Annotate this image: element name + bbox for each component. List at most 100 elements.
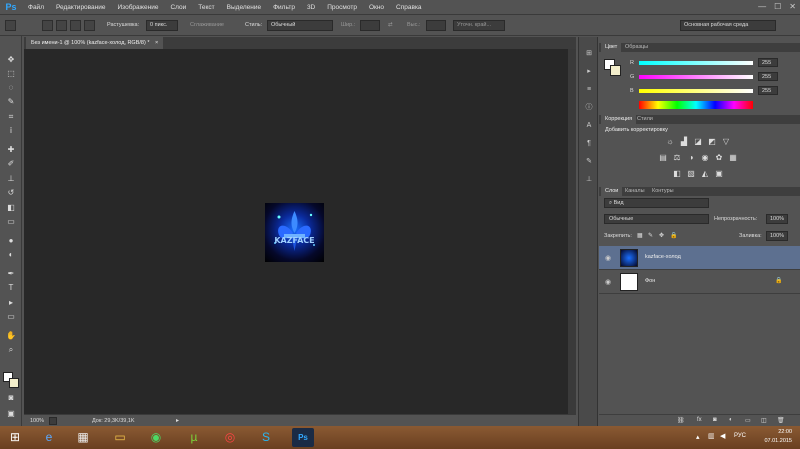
pen-tool-icon[interactable]: ✒	[5, 268, 17, 280]
color-spectrum[interactable]	[639, 101, 753, 109]
path-select-tool-icon[interactable]: ▸	[5, 297, 17, 309]
lock-transparency-icon[interactable]: ▦	[637, 232, 643, 239]
vibrance-icon[interactable]: ▤	[658, 153, 668, 163]
lock-all-icon[interactable]: 🔒	[670, 232, 677, 239]
chrome-icon[interactable]: ◎	[219, 428, 241, 447]
layer-style-icon[interactable]: fx	[697, 417, 702, 423]
new-group-icon[interactable]: ▭	[745, 417, 751, 424]
exposure-icon[interactable]: ◩	[707, 137, 717, 147]
marquee-preset-icon[interactable]	[5, 20, 16, 31]
menu-type[interactable]: Текст	[192, 4, 220, 11]
hand-tool-icon[interactable]: ✋	[5, 330, 17, 342]
network-icon[interactable]: ▥	[708, 432, 715, 440]
opacity-input[interactable]: 100%	[766, 214, 788, 224]
gradient-tool-icon[interactable]: ▭	[5, 216, 17, 228]
brush-tool-icon[interactable]: ✐	[5, 158, 17, 170]
dodge-tool-icon[interactable]: ◐	[5, 249, 17, 261]
refine-edge-button[interactable]: Уточн. край...	[453, 20, 505, 31]
crop-tool-icon[interactable]: ⌗	[5, 111, 17, 123]
language-indicator[interactable]: РУС	[734, 433, 746, 439]
color-balance-icon[interactable]: ⚖	[672, 153, 682, 163]
layer-mask-icon[interactable]: ◙	[713, 417, 717, 423]
tab-channels[interactable]: Каналы	[621, 187, 649, 196]
skype-icon[interactable]: S	[255, 428, 277, 447]
download-manager-icon[interactable]: ◉	[145, 428, 167, 447]
channel-r-value[interactable]: 255	[758, 58, 778, 67]
feather-input[interactable]: 0 пикс.	[146, 20, 178, 31]
healing-tool-icon[interactable]: ✚	[5, 144, 17, 156]
height-input[interactable]	[426, 20, 446, 31]
zoom-tool-icon[interactable]: ⌕	[5, 344, 17, 356]
menu-file[interactable]: Файл	[22, 4, 50, 11]
delete-layer-icon[interactable]: 🗑	[777, 417, 785, 424]
history-brush-icon[interactable]: ↺	[5, 187, 17, 199]
eye-icon[interactable]: ◉	[605, 254, 611, 262]
photoshop-taskbar-icon[interactable]: Ps	[292, 428, 314, 447]
antialias-checkbox[interactable]: Сглаживание	[190, 22, 224, 28]
clone-source-panel-icon[interactable]: ⊥	[584, 175, 594, 185]
move-tool-icon[interactable]: ✥	[5, 54, 17, 66]
blend-mode-select[interactable]: Обычные	[604, 214, 709, 224]
eraser-tool-icon[interactable]: ◧	[5, 202, 17, 214]
actions-panel-icon[interactable]: ▸	[584, 67, 594, 77]
workspace-select[interactable]: Основная рабочая среда	[680, 20, 776, 31]
shape-tool-icon[interactable]: ▭	[5, 311, 17, 323]
volume-icon[interactable]: ◀	[720, 432, 725, 440]
menu-help[interactable]: Справка	[390, 4, 428, 11]
quick-mask-icon[interactable]: ◙	[5, 392, 17, 404]
menu-image[interactable]: Изображение	[112, 4, 165, 11]
background-color-swatch[interactable]	[9, 378, 19, 388]
tab-styles[interactable]: Стили	[633, 115, 657, 124]
tab-layers[interactable]: Слои	[601, 187, 623, 196]
start-button-icon[interactable]: ⊞	[4, 428, 26, 447]
minimize-button[interactable]: —	[758, 2, 766, 11]
subtract-selection-icon[interactable]	[70, 20, 81, 31]
add-selection-icon[interactable]	[56, 20, 67, 31]
style-select[interactable]: Обычный	[267, 20, 333, 31]
layer-name[interactable]: Фон	[645, 278, 655, 284]
brush-panel-icon[interactable]: ✎	[584, 157, 594, 167]
blur-tool-icon[interactable]: ●	[5, 235, 17, 247]
menu-edit[interactable]: Редактирование	[50, 4, 112, 11]
selective-color-icon[interactable]: ▣	[714, 169, 724, 179]
black-white-icon[interactable]: ◑	[686, 153, 696, 163]
channel-r-slider[interactable]	[639, 61, 753, 65]
maximize-button[interactable]: ☐	[774, 2, 781, 11]
vertical-scrollbar[interactable]	[568, 49, 576, 414]
tab-color[interactable]: Цвет	[601, 43, 622, 52]
intersect-selection-icon[interactable]	[84, 20, 95, 31]
fill-input[interactable]: 100%	[766, 231, 788, 241]
lock-pixels-icon[interactable]: ✎	[648, 232, 653, 239]
tab-adjustments[interactable]: Коррекция	[601, 115, 637, 124]
document-image[interactable]: KAZFACE	[265, 203, 324, 262]
menu-filter[interactable]: Фильтр	[267, 4, 301, 11]
eye-icon[interactable]: ◉	[605, 278, 611, 286]
color-lookup-icon[interactable]: ▦	[728, 153, 738, 163]
levels-icon[interactable]: ▟	[679, 137, 689, 147]
new-layer-icon[interactable]: ◫	[761, 417, 767, 424]
layer-row[interactable]: ◉ Фон 🔒	[599, 270, 800, 294]
invert-icon[interactable]: ◧	[672, 169, 682, 179]
gradient-map-icon[interactable]: ▽	[721, 137, 731, 147]
tab-paths[interactable]: Контуры	[648, 187, 678, 196]
layer-name[interactable]: kazface-холод	[645, 254, 681, 260]
menu-window[interactable]: Окно	[363, 4, 390, 11]
layer-filter-select[interactable]: ⌕ Вид	[604, 198, 709, 208]
internet-explorer-icon[interactable]: e	[38, 428, 60, 447]
eyedropper-tool-icon[interactable]: ⅰ	[5, 125, 17, 137]
paragraph-panel-icon[interactable]: ¶	[584, 139, 594, 149]
curves-icon[interactable]: ◪	[693, 137, 703, 147]
file-explorer-icon[interactable]: ▭	[109, 428, 131, 447]
screen-mode-icon[interactable]: ▣	[5, 408, 17, 420]
channel-g-slider[interactable]	[639, 75, 753, 79]
threshold-icon[interactable]: ◭	[700, 169, 710, 179]
system-clock[interactable]: 22:00 07.01.2015	[764, 428, 792, 446]
properties-panel-icon[interactable]: ≡	[584, 85, 594, 95]
new-selection-icon[interactable]	[42, 20, 53, 31]
type-tool-icon[interactable]: T	[5, 282, 17, 294]
lasso-tool-icon[interactable]: ◌	[5, 82, 17, 94]
history-panel-icon[interactable]: ⊞	[584, 49, 594, 59]
lock-position-icon[interactable]: ✥	[659, 232, 664, 239]
info-panel-icon[interactable]: ⓘ	[584, 103, 594, 113]
width-input[interactable]	[360, 20, 380, 31]
